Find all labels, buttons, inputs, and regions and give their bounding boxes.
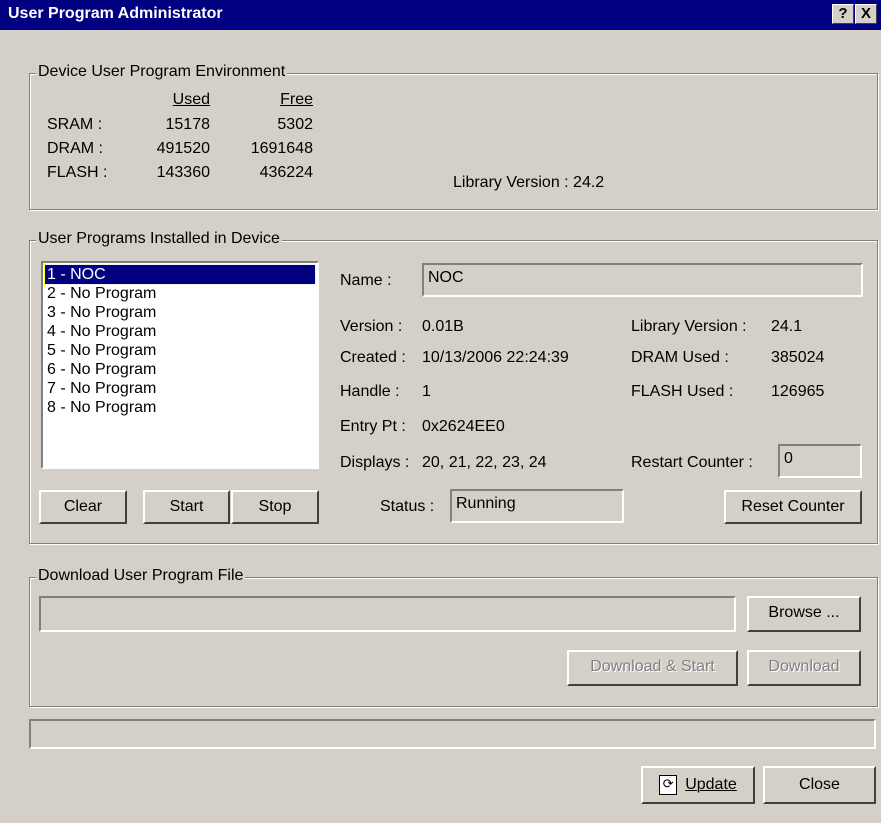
title-bar[interactable]: User Program Administrator ? X (0, 0, 881, 30)
displays-label: Displays : (340, 454, 410, 471)
program-library-version-label: Library Version : (631, 318, 747, 335)
program-list[interactable]: 1 - NOC 2 - No Program 3 - No Program 4 … (41, 261, 319, 469)
download-button[interactable]: Download (747, 650, 861, 686)
dram-used: 491520 (156, 140, 210, 157)
list-item[interactable]: 2 - No Program (45, 284, 156, 303)
update-button[interactable]: ⟳ Update (641, 766, 755, 804)
name-field: NOC (422, 263, 863, 297)
list-item[interactable]: 4 - No Program (45, 322, 156, 341)
close-window-button[interactable]: X (855, 4, 877, 24)
used-header: Used (172, 91, 210, 108)
sram-used: 15178 (165, 116, 211, 133)
window-title: User Program Administrator (8, 5, 223, 22)
sram-label: SRAM : (47, 116, 103, 133)
refresh-icon: ⟳ (659, 774, 678, 795)
version-value: 0.01B (422, 318, 464, 335)
browse-button[interactable]: Browse ... (747, 596, 861, 632)
status-field: Running (450, 489, 624, 523)
dialog-window: User Program Administrator ? X Device Us… (0, 0, 881, 823)
flash-used: 143360 (156, 164, 210, 181)
close-button[interactable]: Close (763, 766, 876, 804)
dram-free: 1691648 (250, 140, 313, 157)
download-legend: Download User Program File (36, 567, 246, 585)
list-item[interactable]: 5 - No Program (45, 341, 156, 360)
device-library-version: Library Version : 24.2 (453, 174, 605, 191)
list-item[interactable]: 6 - No Program (45, 360, 156, 379)
dram-used-value: 385024 (771, 349, 825, 366)
restart-counter-field: 0 (778, 444, 862, 478)
handle-label: Handle : (340, 383, 400, 400)
list-item[interactable]: 7 - No Program (45, 379, 156, 398)
download-and-start-button[interactable]: Download & Start (567, 650, 738, 686)
update-label: Update (685, 776, 737, 793)
entry-point-value: 0x2624EE0 (422, 418, 505, 435)
created-label: Created : (340, 349, 406, 366)
name-value: NOC (428, 269, 464, 286)
free-header: Free (280, 91, 313, 108)
clear-button[interactable]: Clear (39, 490, 127, 524)
dram-used-label: DRAM Used : (631, 349, 729, 366)
list-item[interactable]: 3 - No Program (45, 303, 156, 322)
displays-value: 20, 21, 22, 23, 24 (422, 454, 547, 471)
reset-counter-button[interactable]: Reset Counter (724, 490, 862, 524)
version-label: Version : (340, 318, 403, 335)
dram-label: DRAM : (47, 140, 103, 157)
entry-point-label: Entry Pt : (340, 418, 406, 435)
flash-used-label: FLASH Used : (631, 383, 734, 400)
restart-counter-label: Restart Counter : (631, 454, 753, 471)
list-item[interactable]: 8 - No Program (45, 398, 156, 417)
restart-counter-value: 0 (784, 450, 793, 467)
installed-legend: User Programs Installed in Device (36, 230, 282, 248)
environment-legend: Device User Program Environment (36, 63, 288, 81)
flash-used-value: 126965 (771, 383, 825, 400)
file-path-field[interactable] (39, 596, 736, 632)
status-label: Status : (380, 498, 435, 515)
start-button[interactable]: Start (143, 490, 230, 524)
stop-button[interactable]: Stop (231, 490, 319, 524)
name-label: Name : (340, 272, 392, 289)
handle-value: 1 (422, 383, 431, 400)
program-library-version-value: 24.1 (771, 318, 803, 335)
list-item[interactable]: 1 - NOC (44, 264, 316, 285)
help-button[interactable]: ? (832, 4, 854, 24)
status-value: Running (456, 495, 516, 512)
progress-bar (29, 719, 876, 749)
flash-free: 436224 (259, 164, 313, 181)
created-value: 10/13/2006 22:24:39 (422, 349, 569, 366)
flash-label: FLASH : (47, 164, 108, 181)
sram-free: 5302 (277, 116, 313, 133)
